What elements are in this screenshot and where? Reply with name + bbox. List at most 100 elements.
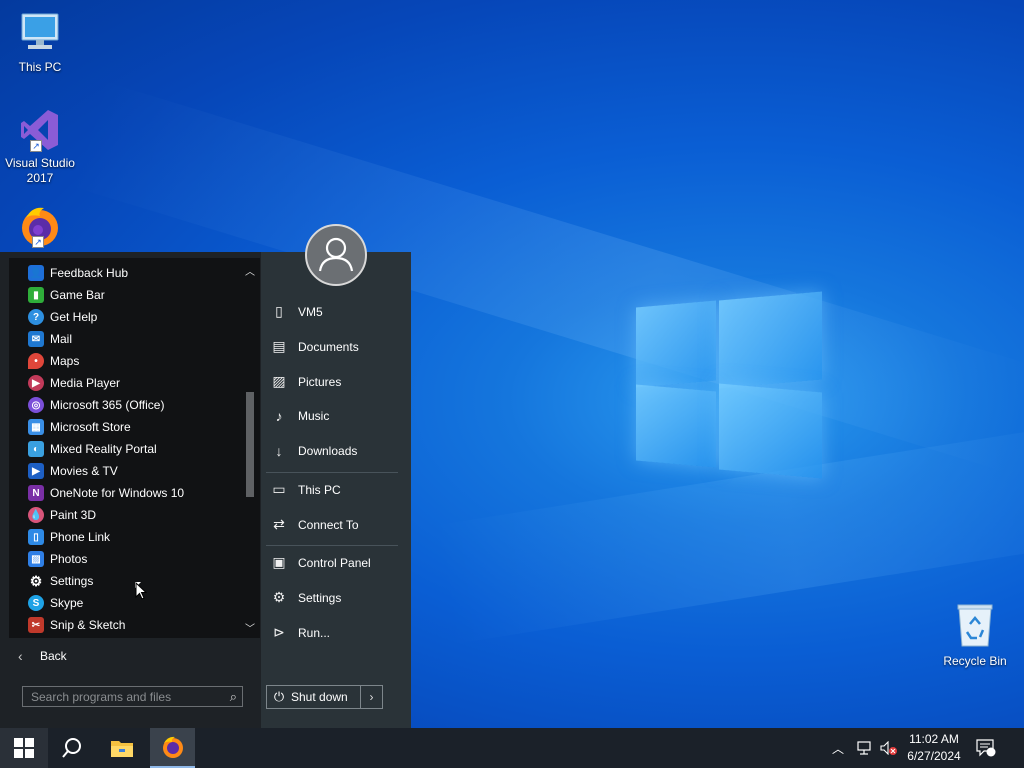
list-item-mail[interactable]: ✉ Mail: [20, 328, 240, 350]
clock-time: 11:02 AM: [909, 732, 959, 746]
pictures-icon: ▨: [272, 373, 286, 389]
list-item-microsoft-365[interactable]: ◎ Microsoft 365 (Office): [20, 394, 240, 416]
taskbar-search-button[interactable]: [48, 728, 96, 768]
search-input[interactable]: Search programs and files ⌕: [22, 686, 243, 707]
user-icon: [318, 237, 354, 272]
place-pictures[interactable]: ▨ Pictures: [270, 373, 341, 390]
taskbar-firefox[interactable]: [150, 728, 195, 768]
show-hidden-icons-button[interactable]: ︿: [832, 728, 844, 768]
mail-icon: ✉: [28, 331, 44, 347]
shutdown-button[interactable]: ⏻ Shut down ›: [266, 685, 383, 709]
menu-divider: [266, 472, 398, 473]
power-icon: ⏻: [273, 689, 285, 704]
phone-link-icon: ▯: [28, 529, 44, 545]
shutdown-options-arrow-icon[interactable]: ›: [360, 686, 382, 708]
place-control-panel[interactable]: ▣ Control Panel: [270, 554, 370, 571]
user-folder-icon: ▯: [275, 303, 283, 319]
firefox-icon: ↗: [18, 204, 62, 248]
run-icon: ⊳: [273, 624, 285, 640]
place-downloads[interactable]: ↓ Downloads: [270, 443, 358, 459]
list-item-game-bar[interactable]: ▮ Game Bar: [20, 284, 240, 306]
desktop-icon-visual-studio[interactable]: ↗ Visual Studio 2017: [0, 106, 80, 186]
get-help-icon: ?: [28, 309, 44, 325]
place-run[interactable]: ⊳ Run...: [270, 624, 330, 641]
store-icon: ▦: [28, 419, 44, 435]
documents-icon: ▤: [272, 338, 286, 354]
downloads-icon: ↓: [275, 443, 283, 459]
all-programs-list: 👤 Feedback Hub ▮ Game Bar ? Get Help ✉ M…: [20, 262, 240, 636]
list-item-onenote[interactable]: N OneNote for Windows 10: [20, 482, 240, 504]
action-center-button[interactable]: [976, 728, 996, 768]
scrollbar-thumb[interactable]: [246, 392, 254, 497]
photos-icon: ▨: [28, 551, 44, 567]
place-settings[interactable]: ⚙ Settings: [270, 589, 342, 606]
network-icon: [857, 741, 871, 755]
recycle-bin-icon: [935, 602, 1015, 652]
gear-icon: ⚙: [28, 572, 44, 589]
connect-to-icon: ⇄: [273, 516, 285, 532]
network-tray-button[interactable]: [857, 728, 873, 768]
mixed-reality-icon: ◐: [28, 441, 44, 457]
movies-tv-icon: ▶: [28, 463, 44, 479]
chevron-left-icon: ‹: [18, 648, 23, 664]
desktop-icon-label: Recycle Bin: [943, 654, 1007, 668]
place-this-pc[interactable]: ▭ This PC: [270, 481, 340, 498]
maps-icon: •: [28, 353, 44, 369]
desktop-icon-label: This PC: [18, 60, 62, 74]
skype-icon: S: [28, 595, 44, 611]
list-item-media-player[interactable]: ▶ Media Player: [20, 372, 240, 394]
clock-date: 6/27/2024: [907, 749, 961, 763]
list-item-snip-sketch[interactable]: ✂ Snip & Sketch: [20, 614, 240, 636]
search-placeholder: Search programs and files: [31, 690, 172, 704]
list-item-phone-link[interactable]: ▯ Phone Link: [20, 526, 240, 548]
feedback-hub-icon: 👤: [28, 265, 44, 281]
music-icon: ♪: [275, 408, 283, 424]
game-bar-icon: ▮: [28, 287, 44, 303]
desktop-icon-firefox[interactable]: ↗: [0, 204, 80, 252]
list-item-mixed-reality-portal[interactable]: ◐ Mixed Reality Portal: [20, 438, 240, 460]
list-item-skype[interactable]: S Skype: [20, 592, 240, 614]
start-button[interactable]: [0, 728, 48, 768]
list-item-maps[interactable]: • Maps: [20, 350, 240, 372]
list-item-feedback-hub[interactable]: 👤 Feedback Hub: [20, 262, 240, 284]
control-panel-icon: ▣: [272, 554, 286, 570]
back-label: Back: [40, 649, 67, 663]
media-player-icon: ▶: [28, 375, 44, 391]
list-item-microsoft-store[interactable]: ▦ Microsoft Store: [20, 416, 240, 438]
place-music[interactable]: ♪ Music: [270, 408, 330, 424]
place-documents[interactable]: ▤ Documents: [270, 338, 358, 355]
list-item-get-help[interactable]: ? Get Help: [20, 306, 240, 328]
taskbar-file-explorer[interactable]: [98, 728, 146, 768]
desktop-icon-recycle-bin[interactable]: Recycle Bin: [935, 602, 1015, 669]
desktop-icon-label: Visual Studio 2017: [5, 156, 75, 185]
search-icon: ⌕: [229, 689, 237, 704]
wallpaper-windows-logo: [636, 290, 822, 480]
computer-icon: ▭: [272, 481, 286, 497]
computer-icon: [0, 10, 80, 58]
paint-3d-icon: 💧: [28, 507, 44, 523]
list-item-movies-tv[interactable]: ▶ Movies & TV: [20, 460, 240, 482]
list-item-paint-3d[interactable]: 💧 Paint 3D: [20, 504, 240, 526]
place-connect-to[interactable]: ⇄ Connect To: [270, 516, 358, 533]
user-avatar[interactable]: [305, 224, 367, 286]
mouse-cursor-icon: [135, 582, 147, 600]
chevron-up-icon: ︿: [832, 741, 845, 756]
file-explorer-icon: [111, 741, 133, 757]
search-icon: [62, 738, 81, 758]
back-button[interactable]: ‹ Back: [18, 648, 67, 664]
firefox-icon: [162, 736, 183, 758]
gear-icon: ⚙: [272, 589, 286, 605]
list-item-settings[interactable]: ⚙ Settings: [20, 570, 240, 592]
visual-studio-icon: ↗: [18, 106, 62, 154]
scroll-down-icon[interactable]: ﹀: [245, 620, 255, 635]
snip-sketch-icon: ✂: [28, 617, 44, 633]
shutdown-label: Shut down: [291, 690, 348, 704]
windows-logo-icon: [14, 738, 34, 758]
scroll-up-icon[interactable]: ︿: [245, 263, 255, 278]
list-item-photos[interactable]: ▨ Photos: [20, 548, 240, 570]
desktop-icon-this-pc[interactable]: This PC: [0, 10, 80, 75]
notifications-icon: [976, 739, 996, 757]
place-vm5[interactable]: ▯ VM5: [270, 303, 323, 320]
taskbar-clock[interactable]: 11:02 AM 6/27/2024: [896, 731, 972, 765]
onenote-icon: N: [28, 485, 44, 501]
